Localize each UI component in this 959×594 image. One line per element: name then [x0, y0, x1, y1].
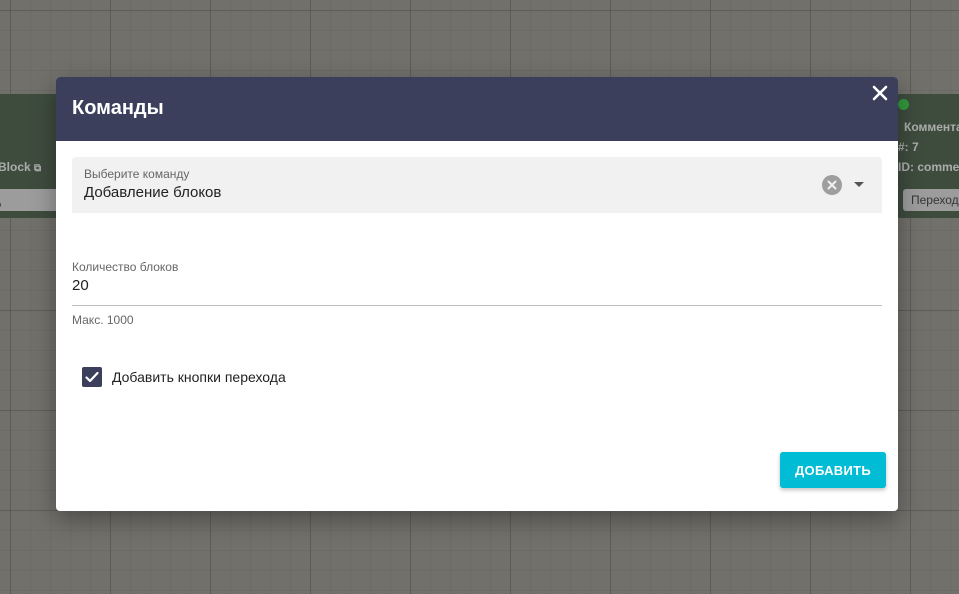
checkmark-icon — [85, 371, 99, 383]
commands-dialog: Команды Выберите команду Добавление блок… — [56, 77, 898, 511]
add-nav-buttons-checkbox[interactable] — [82, 367, 102, 387]
dialog-header: Команды — [56, 77, 898, 141]
command-select[interactable]: Выберите команду Добавление блоков — [72, 157, 882, 213]
dropdown-arrow-icon[interactable] — [854, 180, 864, 190]
block-count-input[interactable] — [72, 277, 882, 294]
close-button[interactable] — [868, 81, 892, 105]
add-nav-buttons-label: Добавить кнопки перехода — [112, 369, 286, 385]
clear-icon[interactable] — [822, 175, 842, 195]
block-count-hint: Макс. 1000 — [72, 313, 134, 327]
add-button[interactable]: ДОБАВИТЬ — [780, 452, 886, 488]
block-count-field[interactable]: Количество блоков — [72, 257, 882, 306]
block-count-label: Количество блоков — [72, 260, 179, 274]
command-select-label: Выберите команду — [84, 167, 190, 181]
close-icon — [872, 85, 888, 101]
command-select-value: Добавление блоков — [84, 184, 222, 201]
dialog-title: Команды — [72, 97, 164, 119]
add-nav-buttons-checkbox-row[interactable]: Добавить кнопки перехода — [82, 366, 286, 388]
